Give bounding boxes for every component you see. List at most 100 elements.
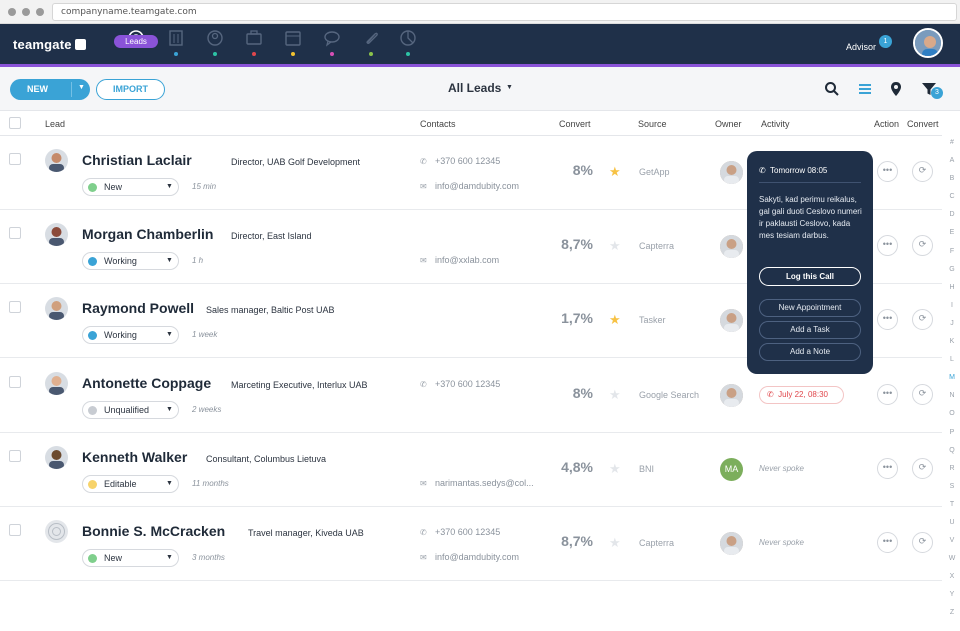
header-activity[interactable]: Activity	[761, 119, 790, 129]
contact-phone[interactable]: ✆ +370 600 12345	[420, 527, 500, 537]
row-checkbox[interactable]	[9, 301, 21, 314]
alphabet-letter[interactable]: A	[944, 157, 960, 175]
alphabet-letter[interactable]: H	[944, 284, 960, 302]
add-note-button[interactable]: Add a Note	[759, 343, 861, 361]
contact-email[interactable]: ✉ info@damdubity.com	[420, 181, 519, 191]
alphabet-letter[interactable]: G	[944, 266, 960, 284]
owner-avatar[interactable]	[720, 532, 743, 555]
user-label[interactable]: Advisor	[846, 42, 876, 52]
paperclip-icon[interactable]	[361, 29, 381, 47]
convert-refresh-icon[interactable]: ⟳	[912, 309, 933, 331]
lead-name[interactable]: Bonnie S. McCracken	[82, 523, 225, 539]
table-row[interactable]: Bonnie S. McCracken Travel manager, Kived…	[0, 507, 942, 581]
maximize-window-icon[interactable]	[36, 8, 44, 16]
contact-email[interactable]: ✉ info@damdubity.com	[420, 552, 519, 562]
more-actions-button[interactable]: •••	[877, 383, 898, 405]
more-actions-button[interactable]: •••	[877, 532, 898, 553]
alphabet-letter[interactable]: U	[944, 519, 960, 537]
more-actions-button[interactable]: •••	[877, 457, 898, 479]
add-task-button[interactable]: Add a Task	[759, 321, 861, 339]
convert-refresh-icon[interactable]: ⟳	[912, 161, 933, 182]
address-bar[interactable]: companyname.teamgate.com	[52, 3, 957, 21]
briefcase-icon[interactable]	[244, 29, 264, 47]
star-icon[interactable]: ★	[609, 535, 621, 551]
status-select[interactable]: Unqualified ▼	[82, 400, 179, 419]
star-icon[interactable]: ★	[609, 238, 621, 254]
header-owner[interactable]: Owner	[715, 119, 742, 129]
alphabet-letter[interactable]: N	[944, 392, 960, 410]
chevron-down-icon[interactable]: ▼	[78, 84, 85, 91]
row-checkbox[interactable]	[9, 524, 21, 536]
search-icon[interactable]	[824, 81, 840, 97]
people-icon[interactable]	[205, 29, 225, 47]
status-select[interactable]: New ▼	[82, 549, 179, 567]
star-icon[interactable]: ★	[609, 312, 621, 328]
minimize-window-icon[interactable]	[22, 8, 30, 16]
alphabet-letter[interactable]: O	[944, 410, 960, 428]
alphabet-letter[interactable]: I	[944, 302, 960, 320]
more-actions-button[interactable]: •••	[877, 309, 898, 331]
alphabet-letter[interactable]: Z	[944, 609, 960, 627]
owner-avatar[interactable]	[720, 235, 743, 259]
star-icon[interactable]: ★	[609, 461, 621, 477]
list-view-icon[interactable]	[857, 81, 873, 97]
alphabet-letter[interactable]: B	[944, 175, 960, 193]
alphabet-letter[interactable]: X	[944, 573, 960, 591]
alphabet-letter[interactable]: #	[944, 139, 960, 157]
chart-icon[interactable]	[398, 29, 418, 47]
status-select[interactable]: Editable ▼	[82, 474, 179, 493]
lead-name[interactable]: Morgan Chamberlin	[82, 226, 213, 242]
chevron-down-icon[interactable]: ▼	[506, 84, 513, 91]
alphabet-letter[interactable]: F	[944, 248, 960, 266]
header-convert[interactable]: Convert	[559, 119, 591, 129]
header-lead[interactable]: Lead	[45, 119, 65, 129]
building-icon[interactable]	[166, 29, 186, 47]
map-pin-icon[interactable]	[888, 81, 904, 97]
import-button[interactable]: IMPORT	[96, 79, 165, 100]
new-appointment-button[interactable]: New Appointment	[759, 299, 861, 317]
alphabet-letter[interactable]: K	[944, 338, 960, 356]
status-select[interactable]: Working ▼	[82, 252, 179, 271]
alphabet-letter[interactable]: R	[944, 465, 960, 483]
convert-refresh-icon[interactable]: ⟳	[912, 532, 933, 553]
row-checkbox[interactable]	[9, 227, 21, 240]
owner-avatar[interactable]: MA	[720, 457, 743, 481]
alphabet-letter[interactable]: V	[944, 537, 960, 555]
lead-name[interactable]: Raymond Powell	[82, 300, 194, 316]
contact-phone[interactable]: ✆ +370 600 12345	[420, 156, 500, 166]
status-select[interactable]: Working ▼	[82, 326, 179, 345]
alphabet-letter[interactable]: W	[944, 555, 960, 573]
header-source[interactable]: Source	[638, 119, 667, 129]
contact-phone[interactable]: ✆ +370 600 12345	[420, 379, 500, 389]
alphabet-letter[interactable]: T	[944, 501, 960, 519]
convert-refresh-icon[interactable]: ⟳	[912, 457, 933, 479]
view-selector[interactable]: All Leads	[448, 81, 501, 95]
alphabet-letter[interactable]: Y	[944, 591, 960, 609]
alphabet-letter[interactable]: S	[944, 483, 960, 501]
row-checkbox[interactable]	[9, 449, 21, 462]
log-call-button[interactable]: Log this Call	[759, 267, 861, 286]
row-checkbox[interactable]	[9, 375, 21, 388]
lead-name[interactable]: Antonette Coppage	[82, 375, 211, 391]
convert-refresh-icon[interactable]: ⟳	[912, 235, 933, 257]
contact-email[interactable]: ✉ info@xxlab.com	[420, 255, 499, 265]
owner-avatar[interactable]	[720, 161, 743, 184]
more-actions-button[interactable]: •••	[877, 161, 898, 182]
close-window-icon[interactable]	[8, 8, 16, 16]
owner-avatar[interactable]	[720, 383, 743, 407]
logo[interactable]: teamgate	[13, 37, 86, 52]
alphabet-letter[interactable]: L	[944, 356, 960, 374]
chat-icon[interactable]	[322, 29, 342, 47]
status-select[interactable]: New ▼	[82, 178, 179, 196]
alphabet-letter[interactable]: D	[944, 211, 960, 229]
lead-name[interactable]: Christian Laclair	[82, 152, 192, 168]
select-all-checkbox[interactable]	[9, 117, 21, 129]
user-avatar[interactable]	[913, 28, 943, 58]
new-button[interactable]: NEW ▼	[10, 79, 90, 100]
alphabet-letter[interactable]: C	[944, 193, 960, 211]
star-icon[interactable]: ★	[609, 164, 621, 180]
activity-due-badge[interactable]: ✆ July 22, 08:30	[759, 385, 844, 404]
convert-refresh-icon[interactable]: ⟳	[912, 383, 933, 405]
alphabet-letter[interactable]: M	[944, 374, 960, 392]
alphabet-letter[interactable]: P	[944, 429, 960, 447]
